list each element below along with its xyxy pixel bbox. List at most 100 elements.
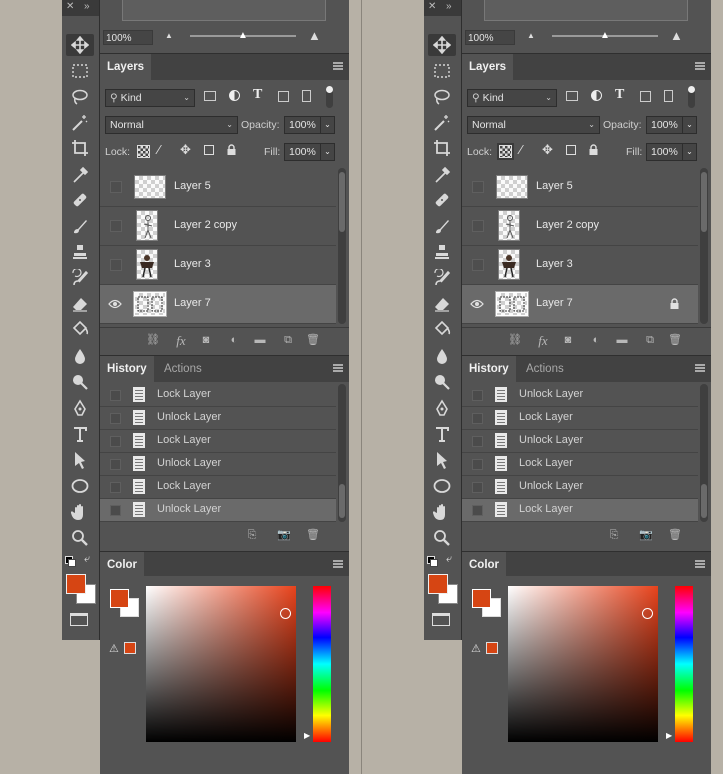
crop-tool-icon[interactable]: [66, 137, 94, 159]
gamut-warning-icon[interactable]: ⚠: [471, 642, 481, 655]
fx-icon[interactable]: fx: [174, 334, 188, 347]
healing-brush-icon[interactable]: [66, 189, 94, 211]
zoom-level-field[interactable]: 100%: [103, 30, 153, 45]
layer-row[interactable]: Layer 3: [462, 246, 698, 285]
layer-name[interactable]: Layer 7: [536, 297, 573, 309]
zoom-in-icon[interactable]: ▲: [308, 28, 321, 43]
lasso-tool-icon[interactable]: [66, 86, 94, 108]
color-picker-ring[interactable]: [642, 608, 653, 619]
layer-name[interactable]: Layer 7: [174, 297, 211, 309]
lock-all-icon[interactable]: [226, 144, 237, 159]
type-tool-icon[interactable]: [66, 423, 94, 445]
fill-slider-toggle[interactable]: ⌄: [320, 143, 335, 161]
blend-mode-dropdown[interactable]: Normal ⌄: [105, 116, 238, 134]
layer-name[interactable]: Layer 5: [174, 180, 211, 192]
hand-tool-icon[interactable]: [66, 501, 94, 523]
zoom-slider-handle[interactable]: ▲: [600, 31, 610, 41]
history-snapshot-checkbox[interactable]: [110, 459, 121, 470]
tab-color[interactable]: Color: [100, 552, 145, 578]
tab-layers[interactable]: Layers: [462, 54, 514, 80]
delete-state-icon[interactable]: 🗑: [668, 529, 682, 542]
history-state[interactable]: Unlock Layer: [100, 407, 336, 430]
eye-icon[interactable]: [108, 297, 122, 311]
foreground-color-swatch[interactable]: [66, 574, 86, 594]
add-mask-icon[interactable]: ◙: [561, 334, 575, 347]
panel-menu-icon[interactable]: [695, 560, 705, 568]
gamut-color-swatch[interactable]: [124, 642, 136, 654]
visibility-toggle[interactable]: [110, 259, 122, 271]
ellipse-tool-icon[interactable]: [66, 475, 94, 497]
history-snapshot-checkbox[interactable]: [110, 482, 121, 493]
history-state[interactable]: Unlock Layer: [462, 476, 698, 499]
ellipse-tool-icon[interactable]: [428, 475, 456, 497]
history-state[interactable]: Unlock Layer: [100, 499, 336, 522]
layer-row[interactable]: Layer 7: [100, 285, 336, 324]
tab-actions[interactable]: Actions: [157, 356, 209, 382]
history-state[interactable]: Unlock Layer: [462, 384, 698, 407]
layer-name[interactable]: Layer 2 copy: [536, 219, 599, 231]
lock-image-pixels-icon[interactable]: ⁄: [158, 142, 160, 157]
eraser-icon[interactable]: [66, 292, 94, 314]
new-layer-icon[interactable]: ⧉: [643, 334, 657, 347]
layers-scrollbar[interactable]: [338, 168, 346, 324]
eraser-icon[interactable]: [428, 292, 456, 314]
link-layers-icon[interactable]: ⛓: [508, 334, 522, 347]
filter-type-icon[interactable]: T: [253, 87, 262, 103]
close-icon[interactable]: ✕: [428, 1, 436, 12]
layer-row[interactable]: Layer 3: [100, 246, 336, 285]
filter-kind-dropdown[interactable]: ⚲ Kind ⌄: [105, 89, 195, 107]
fill-slider-toggle[interactable]: ⌄: [682, 143, 697, 161]
tab-history[interactable]: History: [462, 356, 516, 382]
hue-slider[interactable]: [313, 586, 331, 742]
move-tool-icon[interactable]: [66, 34, 94, 56]
camera-icon[interactable]: 📷: [639, 529, 653, 542]
color-foreground-swatch[interactable]: [110, 589, 129, 608]
filter-kind-dropdown[interactable]: ⚲ Kind ⌄: [467, 89, 557, 107]
layer-row[interactable]: Layer 5: [462, 168, 698, 207]
history-scrollbar[interactable]: [700, 384, 708, 522]
history-snapshot-checkbox[interactable]: [472, 436, 483, 447]
eyedropper-icon[interactable]: [66, 164, 94, 186]
lock-artboard-icon[interactable]: [204, 145, 214, 155]
link-layers-icon[interactable]: ⛓: [146, 334, 160, 347]
lock-transparent-pixels-icon[interactable]: [137, 145, 150, 158]
collapse-icon[interactable]: »: [84, 1, 90, 12]
paint-bucket-icon[interactable]: [66, 318, 94, 340]
panel-menu-icon[interactable]: [333, 364, 343, 372]
brush-tool-icon[interactable]: [428, 215, 456, 237]
blend-mode-dropdown[interactable]: Normal ⌄: [467, 116, 600, 134]
visibility-toggle[interactable]: [472, 220, 484, 232]
lock-position-icon[interactable]: ✥: [180, 142, 191, 158]
zoom-tool-icon[interactable]: [428, 527, 456, 549]
hue-slider-handle[interactable]: ▶: [304, 731, 310, 740]
tab-actions[interactable]: Actions: [519, 356, 571, 382]
delete-layer-icon[interactable]: 🗑: [306, 334, 320, 347]
adjustment-layer-icon[interactable]: ◐: [227, 334, 241, 347]
magic-wand-icon[interactable]: [428, 112, 456, 134]
screen-mode-icon[interactable]: [432, 613, 450, 626]
visibility-toggle[interactable]: [472, 259, 484, 271]
magic-wand-icon[interactable]: [66, 112, 94, 134]
pen-tool-icon[interactable]: [428, 397, 456, 419]
hand-tool-icon[interactable]: [428, 501, 456, 523]
history-state[interactable]: Lock Layer: [462, 407, 698, 430]
history-snapshot-checkbox[interactable]: [472, 413, 483, 424]
marquee-tool-icon[interactable]: [428, 60, 456, 82]
hue-slider[interactable]: [675, 586, 693, 742]
opacity-field[interactable]: 100%: [284, 116, 321, 134]
history-snapshot-checkbox[interactable]: [472, 482, 483, 493]
new-group-icon[interactable]: ▬: [253, 334, 267, 347]
delete-state-icon[interactable]: 🗑: [306, 529, 320, 542]
opacity-field[interactable]: 100%: [646, 116, 683, 134]
eye-icon[interactable]: [470, 297, 484, 311]
layer-row[interactable]: Layer 7: [462, 285, 698, 324]
filter-type-icon[interactable]: T: [615, 87, 624, 103]
color-picker-ring[interactable]: [280, 608, 291, 619]
history-state[interactable]: Lock Layer: [462, 453, 698, 476]
default-colors-icon[interactable]: [65, 556, 76, 567]
opacity-slider-toggle[interactable]: ⌄: [320, 116, 335, 134]
layer-name[interactable]: Layer 2 copy: [174, 219, 237, 231]
zoom-slider[interactable]: ▲: [552, 31, 658, 41]
gamut-color-swatch[interactable]: [486, 642, 498, 654]
filter-adjustment-icon[interactable]: [591, 90, 602, 101]
